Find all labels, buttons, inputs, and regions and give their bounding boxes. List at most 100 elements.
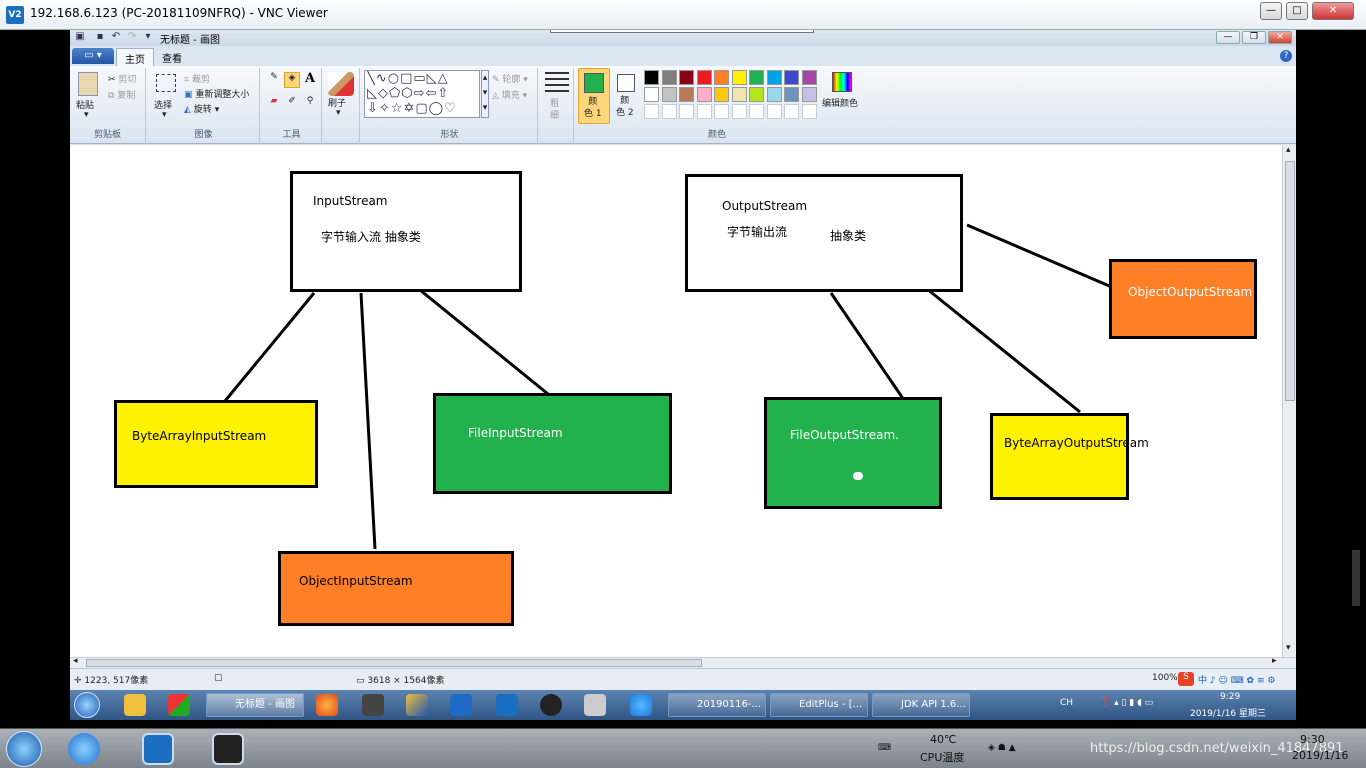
brushes-group[interactable]: 刷子 ▾	[324, 68, 360, 142]
select-button[interactable]: 选择 ▾	[152, 70, 182, 122]
color1-button[interactable]: 颜 色 1	[578, 68, 610, 124]
palette-swatch[interactable]	[731, 70, 747, 85]
folder-icon[interactable]	[124, 694, 146, 716]
palette-swatch[interactable]	[801, 87, 817, 102]
crop-button[interactable]: ⌗ 裁剪	[184, 72, 210, 85]
fill-button[interactable]: ◬ 填充 ▾	[492, 88, 527, 101]
sogou-input-icon[interactable]: S	[1178, 672, 1194, 686]
intellij-icon[interactable]	[212, 733, 244, 765]
custom-color-slot[interactable]	[714, 104, 729, 119]
taskbar-paint-app[interactable]: 无标题 - 画图	[206, 693, 304, 717]
pencil-icon[interactable]: ✎	[266, 72, 282, 88]
vertical-scrollbar[interactable]: ▴ ▾	[1282, 145, 1296, 657]
shapes-gallery[interactable]: ╲∿○□▭◺△ ◺◇⬠⬡⇨⇦⇧ ⇩✧☆✡▢◯♡	[364, 70, 480, 118]
fill-bucket-icon[interactable]: ◈	[284, 72, 300, 88]
custom-color-slot[interactable]	[749, 104, 764, 119]
save-icon[interactable]: ▪	[94, 31, 106, 43]
shapes-scroll-icon[interactable]: ▴ ▾ ▾	[481, 70, 489, 118]
remote-start-button[interactable]	[74, 692, 100, 718]
palette-swatch[interactable]	[679, 70, 694, 85]
paint-maximize-button[interactable]: ❐	[1242, 31, 1266, 44]
keyboard-icon[interactable]: ⌨	[878, 743, 891, 753]
rotate-button[interactable]: ◭ 旋转 ▾	[184, 102, 219, 115]
cut-button[interactable]: ✂ 剪切	[108, 72, 136, 85]
palette-swatch[interactable]	[714, 87, 729, 102]
firefox-icon[interactable]	[316, 694, 338, 716]
palette-swatch[interactable]	[661, 70, 677, 85]
undo-icon[interactable]: ↶	[110, 31, 122, 43]
palette-swatch[interactable]	[696, 70, 712, 85]
outline-button[interactable]: ✎ 轮廓 ▾	[492, 72, 528, 85]
size-group[interactable]: 粗 细	[540, 68, 574, 142]
custom-color-slot[interactable]	[696, 104, 712, 119]
palette-swatch[interactable]	[784, 70, 799, 85]
magnifier-icon[interactable]: ⚲	[302, 96, 318, 112]
edit-colors-button[interactable]: 编辑颜色	[822, 70, 858, 120]
taskbar-jdk-api-app[interactable]: JDK API 1.6...	[872, 693, 970, 717]
baidu-netdisk-icon[interactable]	[630, 694, 652, 716]
vnc-close-button[interactable]: ✕	[1312, 2, 1354, 20]
palette-swatch[interactable]	[749, 87, 764, 102]
color2-button[interactable]: 颜 色 2	[612, 68, 642, 124]
custom-color-slot[interactable]	[766, 104, 782, 119]
tray-icons[interactable]: ❓ ▴ ▯ ▮ ◖ ▭	[1100, 698, 1153, 708]
custom-color-slot[interactable]	[731, 104, 747, 119]
custom-color-slot[interactable]	[661, 104, 677, 119]
vertical-scroll-thumb[interactable]	[1285, 161, 1295, 401]
palette-swatch[interactable]	[679, 87, 694, 102]
custom-color-slot[interactable]	[679, 104, 694, 119]
drawing-canvas[interactable]: InputStream 字节输入流 抽象类 OutputStream 字节输出流…	[70, 145, 1282, 657]
palette-swatch[interactable]	[731, 87, 747, 102]
brush-tool-icon[interactable]	[406, 694, 428, 716]
app-icon-1[interactable]	[168, 694, 190, 716]
file-menu-button[interactable]: ▭ ▾	[72, 48, 114, 64]
qq-icon[interactable]	[540, 694, 562, 716]
language-indicator[interactable]: CH	[1060, 698, 1073, 708]
palette-swatch[interactable]	[661, 87, 677, 102]
scroll-right-icon[interactable]: ▸	[1272, 656, 1277, 666]
palette-swatch[interactable]	[714, 70, 729, 85]
paint-minimize-button[interactable]: —	[1216, 31, 1240, 44]
color-picker-icon[interactable]: ✐	[284, 96, 300, 112]
vnc-viewer-icon[interactable]	[142, 733, 174, 765]
horizontal-scroll-thumb[interactable]	[86, 659, 702, 667]
palette-swatch[interactable]	[749, 70, 764, 85]
custom-color-slot[interactable]	[801, 104, 817, 119]
scroll-up-icon[interactable]: ▴	[1286, 145, 1291, 155]
internet-explorer-icon[interactable]	[68, 733, 100, 765]
palette-swatch[interactable]	[766, 70, 782, 85]
input-toolbar-icons[interactable]: 中 ♪ ☺ ⌨ ✿ ≡ ⚙	[1198, 673, 1275, 686]
local-tray-icons[interactable]: ◈ ☗ ▲	[988, 743, 1016, 753]
text-tool-icon[interactable]: A	[302, 71, 318, 87]
window-manager-icon[interactable]	[584, 694, 606, 716]
scroll-left-icon[interactable]: ◂	[73, 656, 78, 666]
redo-icon[interactable]: ↷	[126, 31, 138, 43]
scroll-down-icon[interactable]: ▾	[1286, 643, 1291, 653]
copy-button[interactable]: ⧉ 复制	[108, 88, 135, 101]
vnc-minimize-button[interactable]: —	[1260, 2, 1282, 20]
custom-color-slot[interactable]	[784, 104, 799, 119]
palette-swatch[interactable]	[644, 70, 659, 85]
eraser-icon[interactable]: ▰	[266, 96, 282, 112]
paste-button[interactable]: 粘贴 ▾	[76, 70, 102, 122]
tab-home[interactable]: 主页	[116, 48, 154, 66]
paint-close-button[interactable]: ✕	[1268, 31, 1292, 44]
taskbar-intellij-app[interactable]: 20190116-...	[668, 693, 766, 717]
paint-app-icon[interactable]: ▣	[74, 31, 86, 43]
custom-color-slot[interactable]	[644, 104, 659, 119]
tab-view[interactable]: 查看	[154, 48, 190, 66]
vnc-scroll-indicator[interactable]	[1352, 550, 1360, 606]
network-tool-icon[interactable]	[362, 694, 384, 716]
start-button[interactable]	[6, 731, 42, 767]
help-icon[interactable]: ?	[1280, 50, 1292, 62]
taskbar-editplus-app[interactable]: EditPlus - [...	[770, 693, 868, 717]
vnc-icon[interactable]	[496, 694, 518, 716]
vnc-maximize-button[interactable]: □	[1286, 2, 1308, 20]
horizontal-scrollbar[interactable]: ◂ ▸	[70, 656, 1296, 668]
palette-swatch[interactable]	[696, 87, 712, 102]
palette-swatch[interactable]	[644, 87, 659, 102]
quick-access-dropdown-icon[interactable]: ▾	[142, 31, 154, 43]
palette-swatch[interactable]	[766, 87, 782, 102]
palette-swatch[interactable]	[784, 87, 799, 102]
palette-swatch[interactable]	[801, 70, 817, 85]
